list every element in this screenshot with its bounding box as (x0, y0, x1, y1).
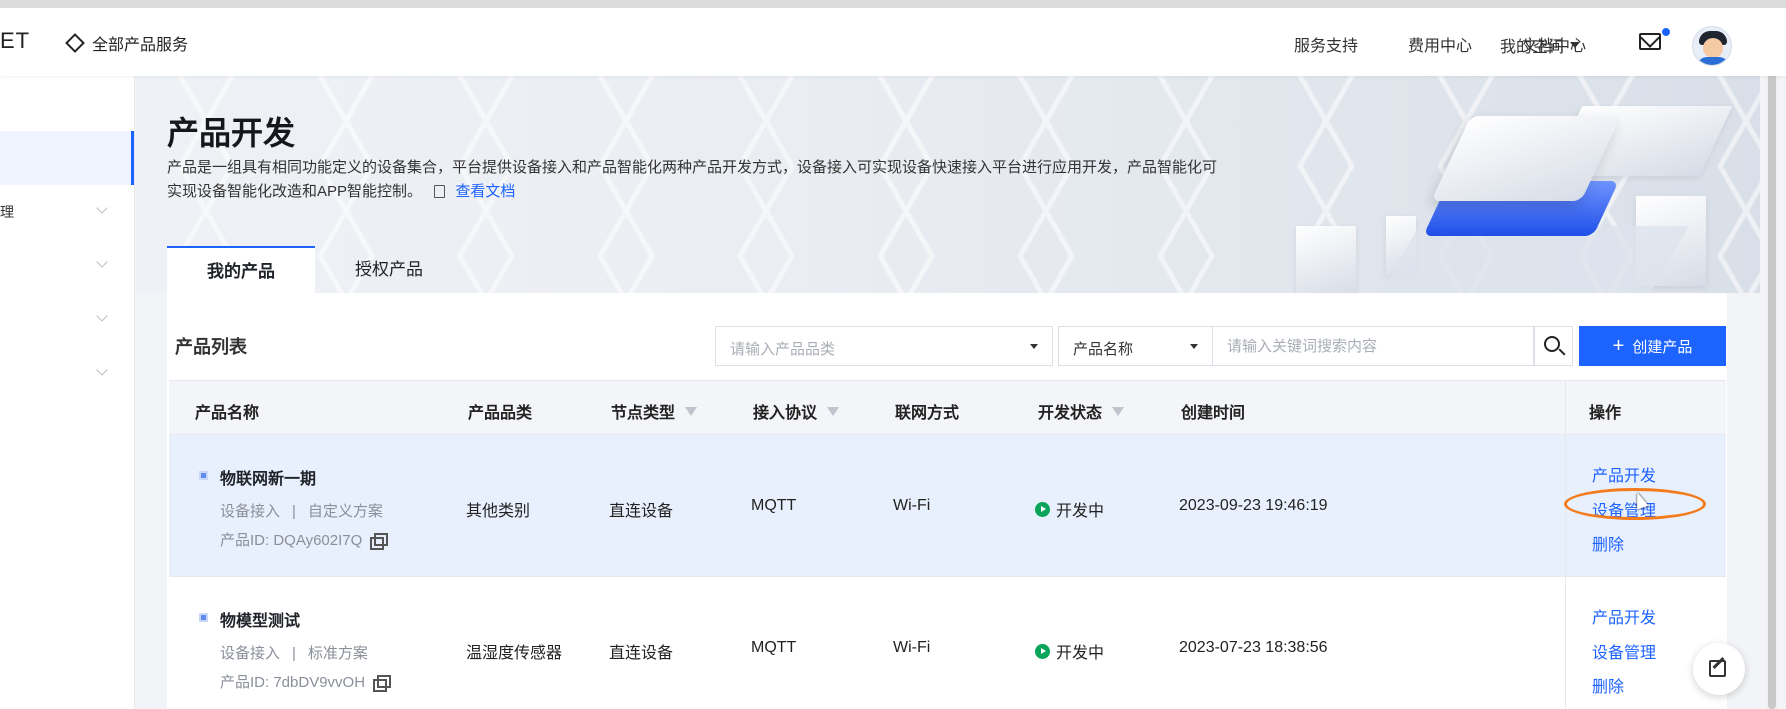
cell-network: Wi-Fi (893, 497, 931, 514)
table-header: 产品名称 产品品类 节点类型 接入协议 联网方式 开发状态 创建时间 操作 (169, 380, 1726, 435)
all-products-menu[interactable]: 全部产品服务 (65, 31, 189, 55)
cell-protocol: MQTT (751, 497, 797, 514)
scroll-thumb[interactable] (1768, 44, 1776, 709)
cell-status: 开发中 (1035, 497, 1104, 521)
product-icon (199, 613, 208, 622)
my-space-menu[interactable]: 我的空间 (1500, 33, 1581, 57)
search-input[interactable] (1213, 326, 1534, 366)
category-placeholder: 请输入产品品类 (730, 341, 836, 358)
cell-status: 开发中 (1035, 639, 1104, 663)
cell-protocol: MQTT (751, 639, 797, 656)
product-name[interactable]: 物联网新一期 (220, 465, 316, 489)
product-icon (199, 471, 208, 480)
col-node-type[interactable]: 节点类型 (611, 399, 698, 423)
product-meta: 设备接入 | 自定义方案 (220, 503, 383, 520)
page-description: 产品是一组具有相同功能定义的设备集合，平台提供设备接入和产品智能化两种产品开发方… (167, 156, 1227, 204)
sidebar-item-5[interactable] (0, 364, 134, 384)
page-scrollbar[interactable] (1766, 40, 1778, 709)
product-meta: 设备接入 | 标准方案 (220, 645, 368, 662)
cell-category: 其他类别 (466, 503, 531, 520)
filter-icon[interactable] (1112, 406, 1125, 416)
sidebar-item-3[interactable] (0, 256, 134, 276)
copy-icon[interactable] (373, 674, 392, 692)
device-manage-link[interactable]: 设备管理 (1592, 639, 1656, 663)
page-title: 产品开发 (167, 115, 296, 151)
product-dev-link[interactable]: 产品开发 (1592, 604, 1656, 628)
filter-icon[interactable] (827, 406, 840, 416)
chevron-down-icon (96, 202, 108, 214)
cell-network: Wi-Fi (893, 639, 931, 656)
plus-icon: + (1612, 335, 1625, 357)
product-tabs: 我的产品 授权产品 (167, 246, 463, 293)
diamond-icon (65, 33, 85, 53)
nav-billing-center[interactable]: 费用中心 (1408, 32, 1472, 56)
col-category: 产品品类 (468, 405, 533, 422)
product-name[interactable]: 物模型测试 (220, 607, 300, 631)
copy-icon[interactable] (370, 532, 389, 550)
product-dev-link[interactable]: 产品开发 (1592, 462, 1656, 486)
chevron-down-icon (96, 364, 108, 376)
col-network: 联网方式 (895, 405, 960, 422)
notification-dot (1662, 28, 1670, 36)
cell-node-type: 直连设备 (609, 645, 674, 662)
col-created-time: 创建时间 (1181, 405, 1246, 422)
feedback-button[interactable] (1693, 643, 1745, 695)
all-products-label: 全部产品服务 (92, 37, 189, 54)
product-id: 产品ID: DQAy602I7Q (220, 529, 389, 550)
mail-icon[interactable] (1639, 33, 1661, 50)
search-button[interactable] (1534, 326, 1573, 366)
tab-authorized-products[interactable]: 授权产品 (315, 246, 463, 293)
product-id: 产品ID: 7dbDV9vvOH (220, 671, 392, 692)
nav-service-support[interactable]: 服务支持 (1294, 32, 1358, 56)
filter-icon[interactable] (685, 406, 698, 416)
cell-category: 温湿度传感器 (466, 645, 563, 662)
product-list-card: 产品列表 请输入产品品类 产品名称 + 创建产品 产品名称 产品品类 节点类型 … (167, 293, 1727, 709)
create-product-label: 创建产品 (1632, 338, 1693, 356)
list-title: 产品列表 (175, 337, 247, 357)
category-select[interactable]: 请输入产品品类 (715, 326, 1053, 366)
create-product-button[interactable]: + 创建产品 (1579, 326, 1726, 366)
description-text: 产品是一组具有相同功能定义的设备集合，平台提供设备接入和产品智能化两种产品开发方… (167, 159, 1218, 200)
caret-down-icon (1190, 344, 1198, 349)
sidebar-item-active[interactable] (0, 131, 134, 185)
delete-link[interactable]: 删除 (1592, 531, 1624, 555)
caret-down-icon (1570, 42, 1581, 48)
table-row: 物联网新一期 设备接入 | 自定义方案 产品ID: DQAy602I7Q 其他类别 … (169, 435, 1726, 577)
chevron-down-icon (96, 310, 108, 322)
col-dev-status[interactable]: 开发状态 (1038, 399, 1125, 423)
brand-logo[interactable]: ET (0, 28, 30, 54)
banner-illustration (1372, 96, 1690, 293)
status-play-icon (1035, 643, 1050, 659)
sidebar-item-management[interactable]: 理 (0, 202, 134, 222)
cell-created: 2023-09-23 19:46:19 (1179, 497, 1328, 514)
doc-icon (434, 185, 446, 198)
sidebar-item-label: 理 (0, 204, 14, 220)
caret-down-icon (1030, 344, 1038, 349)
top-header: ET 全部产品服务 服务支持 费用中心 文档中心 我的空间 (0, 0, 1786, 76)
tab-my-products[interactable]: 我的产品 (167, 246, 315, 293)
my-space-label: 我的空间 (1500, 39, 1565, 56)
col-protocol[interactable]: 接入协议 (753, 399, 840, 423)
left-sidebar: 理 (0, 76, 135, 709)
cell-created: 2023-07-23 18:38:56 (1179, 639, 1328, 656)
view-docs-link[interactable]: 查看文档 (455, 183, 515, 200)
avatar[interactable] (1692, 26, 1732, 66)
delete-link[interactable]: 删除 (1592, 673, 1624, 697)
status-play-icon (1035, 501, 1050, 517)
sidebar-item-4[interactable] (0, 310, 134, 330)
cell-node-type: 直连设备 (609, 503, 674, 520)
table-row: 物模型测试 设备接入 | 标准方案 产品ID: 7dbDV9vvOH 温湿度传感器 … (169, 577, 1726, 709)
col-product-name: 产品名称 (195, 405, 260, 422)
chevron-down-icon (96, 256, 108, 268)
col-actions: 操作 (1589, 405, 1622, 422)
search-field-select[interactable]: 产品名称 (1058, 326, 1213, 366)
search-field-value: 产品名称 (1073, 341, 1134, 358)
edit-icon (1709, 660, 1726, 677)
